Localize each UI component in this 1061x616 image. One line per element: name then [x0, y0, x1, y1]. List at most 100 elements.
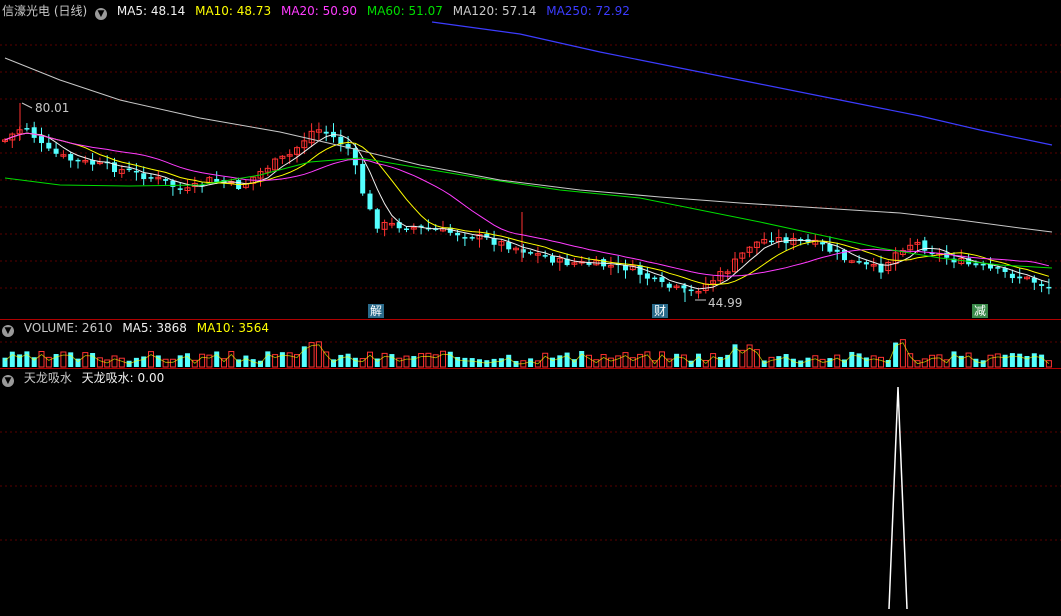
indicator-settings-icon[interactable]: ▼	[2, 375, 14, 387]
candle-body	[550, 256, 555, 263]
event-marker-jie[interactable]: 解	[368, 304, 385, 318]
volume-ma-line	[4, 342, 1050, 365]
indicator-legend: ▼ 天龙吸水 天龙吸水: 0.00	[2, 370, 170, 387]
volume-bar	[1024, 356, 1030, 367]
price-legend: 信濠光电 (日线) ▼ MA5: 48.14 MA10: 48.73 MA20:…	[2, 3, 636, 20]
indicator-chart[interactable]	[0, 369, 1061, 616]
candle-body	[31, 127, 37, 138]
volume-bar	[929, 354, 936, 368]
volume-bar	[38, 350, 45, 368]
volume-bar	[396, 357, 403, 368]
volume-bar	[878, 356, 884, 368]
volume-bar	[279, 352, 285, 367]
volume-panel[interactable]: ▼ VOLUME: 2610 MA5: 3868 MA10: 3564	[0, 320, 1061, 368]
indicator-value: 天龙吸水: 0.00	[81, 371, 165, 385]
volume-bar	[104, 359, 111, 368]
candle-body	[820, 242, 826, 245]
volume-bar	[185, 353, 190, 367]
candle-body	[506, 242, 512, 250]
price-panel[interactable]: 信濠光电 (日线) ▼ MA5: 48.14 MA10: 48.73 MA20:…	[0, 0, 1061, 320]
volume-bar	[462, 357, 468, 367]
volume-bar	[250, 359, 256, 367]
volume-bar	[542, 352, 549, 368]
candle-body	[769, 240, 774, 243]
volume-bar	[60, 351, 67, 368]
candle-body	[652, 277, 658, 280]
ma60-label: MA60: 51.07	[366, 4, 443, 18]
candle-body	[404, 228, 409, 231]
candle-body	[148, 177, 154, 179]
volume-bar	[987, 354, 994, 368]
volume-bar	[111, 355, 118, 368]
volume-bar	[600, 354, 607, 368]
candle-body	[980, 263, 986, 266]
ma10-line	[4, 132, 1050, 286]
volume-bar	[403, 355, 410, 368]
low-price-label: 44.99	[708, 296, 743, 310]
event-marker-cai[interactable]: 财	[652, 304, 669, 318]
volume-bar	[53, 354, 59, 367]
candlestick-chart[interactable]	[0, 0, 1061, 320]
volume-legend: ▼ VOLUME: 2610 MA5: 3868 MA10: 3564	[2, 320, 275, 337]
candle-body	[163, 179, 169, 181]
candle-body	[133, 170, 139, 173]
ma120-label: MA120: 57.14	[452, 4, 537, 18]
volume-bar	[622, 352, 629, 368]
volume-bar	[907, 353, 914, 368]
volume-bar	[557, 355, 563, 367]
candle-body	[323, 131, 329, 134]
volume-bar	[367, 351, 373, 368]
volume-bar	[674, 353, 680, 367]
volume-bar	[294, 354, 300, 368]
candle-body	[75, 159, 81, 162]
volume-bar	[265, 351, 271, 367]
candle-body	[367, 193, 373, 210]
event-marker-jian[interactable]: 减	[972, 304, 989, 318]
volume-bar	[593, 359, 600, 368]
volume-ma5-label: MA5: 3868	[122, 321, 187, 335]
ma120-line	[4, 57, 1053, 233]
volume-bar	[1002, 354, 1008, 367]
volume-bar	[425, 352, 432, 368]
volume-bar	[579, 351, 585, 367]
candle-body	[1039, 284, 1045, 286]
candle-body	[462, 237, 468, 239]
volume-bar	[338, 354, 344, 367]
candle-body	[863, 262, 869, 265]
volume-bar	[607, 357, 614, 368]
volume-bar	[1045, 360, 1052, 368]
candle-body	[24, 128, 30, 130]
candle-body	[141, 173, 147, 180]
volume-bar	[783, 354, 789, 367]
candle-body	[601, 259, 607, 267]
volume-bar	[790, 358, 796, 367]
volume-settings-icon[interactable]: ▼	[2, 325, 14, 337]
candle-body	[1017, 276, 1023, 279]
candle-body	[1009, 273, 1015, 279]
volume-bar	[805, 357, 811, 367]
candle-body	[352, 148, 358, 166]
volume-bar	[199, 353, 206, 368]
volume-bar	[323, 351, 330, 368]
indicator-panel[interactable]: ▼ 天龙吸水 天龙吸水: 0.00	[0, 369, 1061, 616]
candle-body	[542, 255, 548, 257]
volume-bar	[812, 355, 819, 368]
stock-title: 信濠光电 (日线)	[2, 4, 88, 18]
candle-body	[39, 136, 44, 144]
volume-bar	[169, 358, 176, 368]
volume-bar	[951, 351, 957, 367]
volume-bar	[1039, 354, 1045, 367]
settings-icon[interactable]: ▼	[95, 8, 108, 20]
volume-bar	[936, 354, 943, 368]
volume-bar	[1009, 353, 1015, 367]
volume-bar	[768, 356, 775, 368]
candle-body	[360, 163, 366, 194]
volume-bar	[345, 353, 351, 367]
candle-body	[528, 252, 534, 254]
volume-bar	[68, 352, 74, 367]
volume-bar	[885, 359, 891, 367]
volume-bar	[863, 357, 869, 367]
volume-bar	[849, 351, 855, 367]
ma250-label: MA250: 72.92	[546, 4, 630, 18]
volume-bar	[177, 355, 183, 367]
